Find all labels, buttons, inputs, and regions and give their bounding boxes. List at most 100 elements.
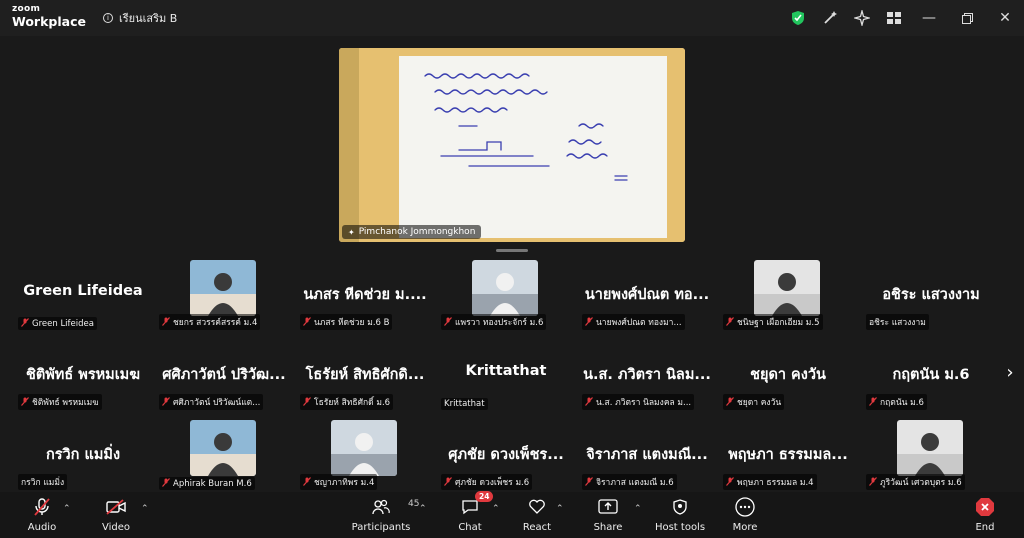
host-shield-icon: [673, 496, 687, 518]
participant-tile[interactable]: ชนิษฐา เผือกเอียม ม.5: [719, 260, 857, 330]
react-options-caret[interactable]: ⌃: [556, 504, 564, 514]
chat-icon: 24: [461, 491, 494, 518]
mic-muted-icon: [726, 396, 734, 408]
participant-display-name: Green Lifeidea: [23, 283, 143, 299]
mic-muted-icon: [585, 476, 593, 488]
shield-icon[interactable]: [782, 0, 814, 36]
logo-top: zoom: [12, 4, 41, 14]
video-button[interactable]: Video: [86, 496, 146, 533]
participant-name: น.ส. ภวิตรา นิลมงคล ม...: [596, 398, 692, 408]
video-options-caret[interactable]: ⌃: [141, 504, 149, 514]
participant-tile[interactable]: นายพงศ์ปณต ทอ... นายพงศ์ปณต ทองมา...: [578, 260, 716, 330]
participant-name-label: กฤตนัน ม.6: [866, 394, 927, 410]
participant-tile[interactable]: นภสร หีดช่วย ม.... นภสร หีดช่วย ม.6 B: [296, 260, 434, 330]
mic-muted-icon: [585, 396, 593, 408]
mic-muted-icon: [162, 316, 170, 328]
participant-tile[interactable]: ภูริวัฒน์ เศวตบุตร ม.6: [862, 420, 1000, 490]
participant-name-label: นายพงศ์ปณต ทองมา...: [582, 314, 685, 330]
chat-label: Chat: [458, 522, 482, 533]
info-icon: i: [103, 13, 113, 23]
resize-handle[interactable]: [496, 249, 528, 252]
chat-options-caret[interactable]: ⌃: [492, 504, 500, 514]
participant-tile[interactable]: พฤษภา ธรรมมล... พฤษภา ธรรมมล ม.4: [719, 420, 857, 490]
participant-name: Krittathat: [444, 399, 485, 409]
participants-options-caret[interactable]: ⌃: [419, 504, 427, 514]
ai-sparkle-icon[interactable]: [846, 0, 878, 36]
audio-button[interactable]: Audio: [12, 496, 72, 533]
meeting-title: เรียนเสริม B: [119, 12, 178, 25]
participant-display-name: ชิติพัทธ์ พรหมเมฆ: [25, 367, 140, 383]
camera-off-icon: [106, 496, 126, 518]
mic-muted-icon: [21, 396, 29, 408]
mic-muted-icon: [21, 318, 29, 329]
close-icon[interactable]: ✕: [986, 0, 1024, 36]
participant-tile[interactable]: แพรวา ทองประจักร์ ม.6: [437, 260, 575, 330]
annotate-icon[interactable]: [814, 0, 846, 36]
participant-tile[interactable]: Krittathat Krittathat: [437, 340, 575, 410]
participant-display-name: ชยุดา คงวัน: [750, 367, 826, 383]
participant-name: นายพงศ์ปณต ทองมา...: [596, 318, 682, 328]
participant-tile[interactable]: ชญาภาทิพร ม.4: [296, 420, 434, 490]
share-options-caret[interactable]: ⌃: [634, 504, 642, 514]
participant-name: Aphirak Buran M.6: [173, 478, 252, 489]
participant-tile[interactable]: น.ส. ภวิตรา นิลม... น.ส. ภวิตรา นิลมงคล ม…: [578, 340, 716, 410]
participant-display-name: กรวิก แมมิ่ง: [45, 447, 121, 463]
participant-display-name: ศศิภาวัตน์ ปริวัฒ...: [162, 367, 286, 383]
participant-name-label: ภูริวัฒน์ เศวตบุตร ม.6: [866, 474, 965, 490]
participant-video: [897, 420, 963, 476]
participant-name-label: ชญาภาทิพร ม.4: [300, 474, 378, 490]
participant-name: ศศิภาวัตน์ ปริวัฒน์แต...: [173, 398, 261, 408]
heart-icon: [528, 496, 546, 518]
react-button[interactable]: React: [507, 496, 567, 533]
logo-bottom: Workplace: [12, 14, 86, 29]
participant-display-name: จิราภาส แตงมณี...: [586, 447, 708, 463]
whiteboard-illustration: [339, 48, 685, 242]
participant-tile[interactable]: จิราภาส แตงมณี... จิราภาส แตงมณี ม.6: [578, 420, 716, 490]
participant-tile[interactable]: กรวิก แมมิ่ง กรวิก แมมิ่ง: [14, 420, 152, 490]
shared-video: ✦ Pimchanok Jommongkhon: [339, 48, 685, 242]
participant-tile[interactable]: อชิระ แสวงงาม อชิระ แสวงงาม: [862, 260, 1000, 330]
participant-tile[interactable]: กฤตนัน ม.6 กฤตนัน ม.6: [862, 340, 1000, 410]
participant-video: [331, 420, 397, 476]
participant-name: ชิติพัทธ์ พรหมเมฆ: [32, 398, 99, 408]
gallery-view-icon[interactable]: [878, 0, 910, 36]
minimize-icon[interactable]: —: [910, 0, 948, 36]
end-icon: [975, 496, 995, 518]
mic-muted-icon: [303, 476, 311, 488]
participant-display-name: โธรัยห์ สิทธิศักดิ...: [305, 367, 425, 383]
mic-muted-icon: [869, 476, 877, 488]
host-tools-button[interactable]: Host tools: [650, 496, 710, 533]
participant-name-label: อชิระ แสวงงาม: [866, 314, 929, 330]
end-label: End: [975, 522, 995, 533]
participant-tile[interactable]: ศศิภาวัตน์ ปริวัฒ... ศศิภาวัตน์ ปริวัฒน์แ…: [155, 340, 293, 410]
end-button[interactable]: End: [955, 496, 1015, 533]
participant-name-label: จิราภาส แตงมณี ม.6: [582, 474, 677, 490]
restore-icon[interactable]: [948, 0, 986, 36]
mic-muted-icon: [726, 316, 734, 328]
participant-tile[interactable]: Green Lifeidea Green Lifeidea: [14, 260, 152, 330]
participant-tile[interactable]: โธรัยห์ สิทธิศักดิ... โธรัยห์ สิทธิศักดิ์…: [296, 340, 434, 410]
participant-tile[interactable]: ชยุดา คงวัน ชยุดา คงวัน: [719, 340, 857, 410]
participant-video: [190, 260, 256, 316]
participants-button[interactable]: 45 Participants: [350, 496, 420, 533]
participant-display-name: นายพงศ์ปณต ทอ...: [584, 287, 710, 303]
participant-tile[interactable]: ศุภชัย ดวงเพ็ชร... ศุภชัย ดวงเพ็ชร ม.6: [437, 420, 575, 490]
more-button[interactable]: More: [715, 496, 775, 533]
participant-name-label: แพรวา ทองประจักร์ ม.6: [441, 314, 547, 330]
participant-display-name: อชิระ แสวงงาม: [882, 287, 980, 303]
mic-muted-icon: [869, 396, 877, 408]
host-tools-label: Host tools: [654, 522, 706, 533]
participant-display-name: ศุภชัย ดวงเพ็ชร...: [448, 447, 564, 463]
audio-options-caret[interactable]: ⌃: [63, 504, 71, 514]
next-page-icon[interactable]: ›: [1000, 360, 1020, 384]
participant-tile[interactable]: Aphirak Buran M.6: [155, 420, 293, 490]
participant-tile[interactable]: ชยกร สวรรค์สรรค์ ม.4: [155, 260, 293, 330]
participant-name: ชยุดา คงวัน: [737, 398, 782, 408]
chat-button[interactable]: 24 Chat: [440, 491, 500, 533]
mic-muted-icon: [585, 316, 593, 328]
meeting-toolbar: Audio ⌃ Video ⌃ 45 Participants ⌃ 24 Cha…: [0, 491, 1024, 538]
meeting-info[interactable]: i เรียนเสริม B: [103, 9, 177, 27]
share-button[interactable]: Share: [578, 496, 638, 533]
participant-tile[interactable]: ชิติพัทธ์ พรหมเมฆ ชิติพัทธ์ พรหมเมฆ: [14, 340, 152, 410]
participant-name: โธรัยห์ สิทธิศักดิ์ ม.6: [314, 398, 391, 408]
